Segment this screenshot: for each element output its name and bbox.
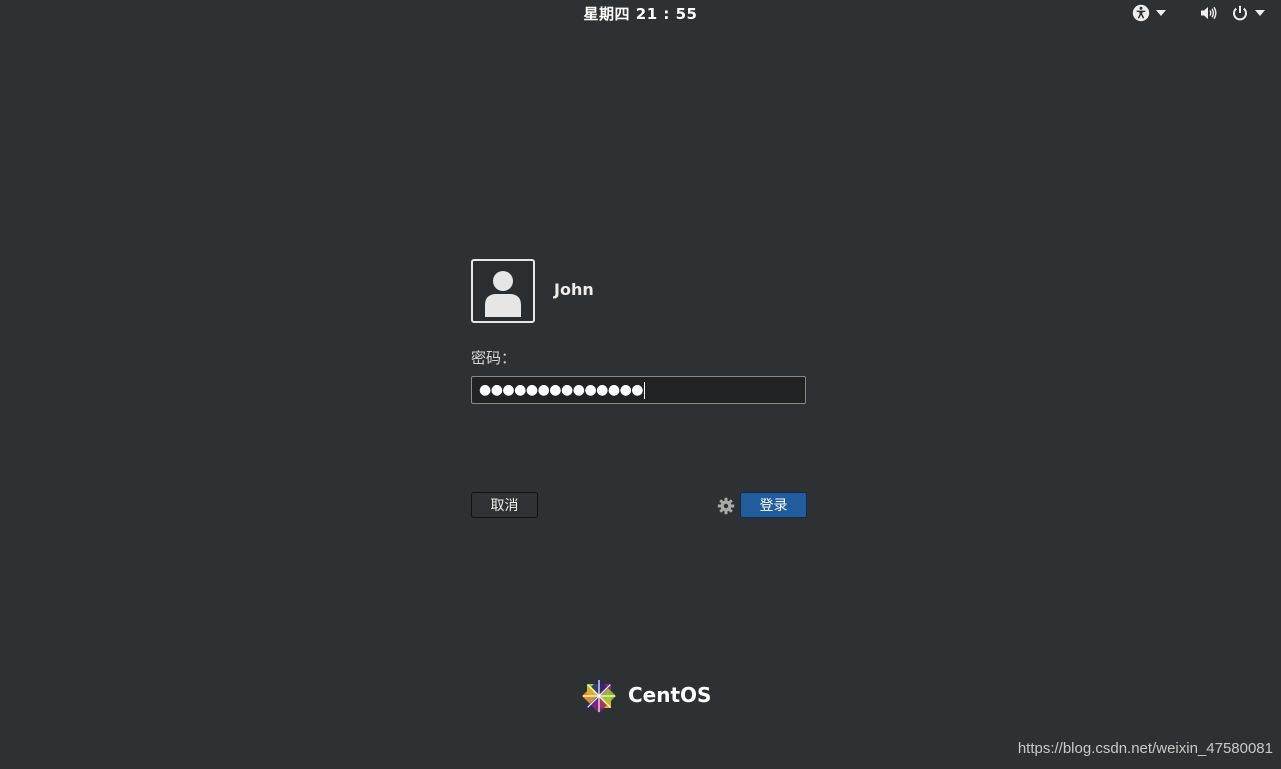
accessibility-icon [1132,4,1150,22]
top-bar: 星期四 21 : 55 [0,0,1281,26]
power-icon [1231,4,1249,22]
system-menu[interactable] [1199,3,1265,23]
user-avatar-icon [473,271,533,325]
centos-logo-text: CentOS [628,683,712,707]
clock[interactable]: 星期四 21 : 55 [0,3,1281,24]
gear-icon[interactable] [717,497,735,515]
login-button[interactable]: 登录 [740,492,807,518]
chevron-down-icon [1255,10,1265,16]
chevron-down-icon [1156,10,1166,16]
password-masked-value: ●●●●●●●●●●●●●● [479,382,644,398]
username: John [554,280,594,299]
text-caret [644,381,646,399]
volume-icon [1199,4,1217,22]
password-field[interactable]: ●●●●●●●●●●●●●● [471,376,806,404]
accessibility-menu[interactable] [1132,3,1166,23]
password-label: 密码： [471,349,517,367]
user-avatar [471,259,535,323]
cancel-button[interactable]: 取消 [471,492,538,518]
watermark: https://blog.csdn.net/weixin_47580081 [1017,740,1273,757]
